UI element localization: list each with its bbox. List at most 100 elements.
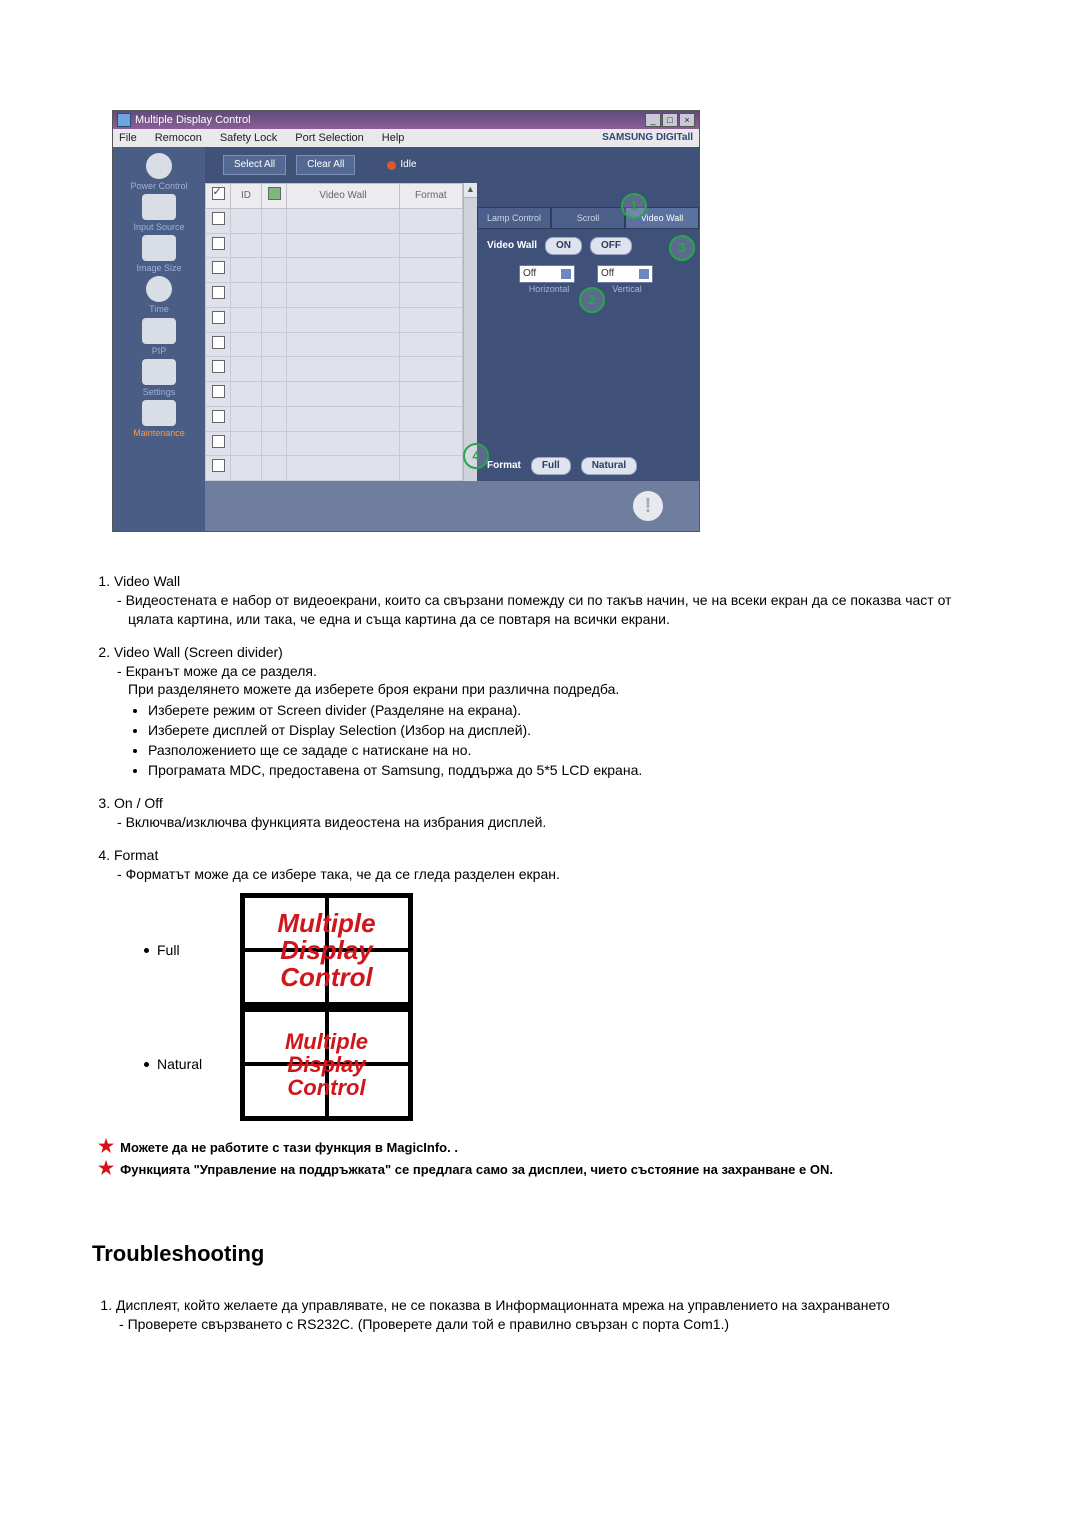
ts-item-1: Дисплеят, който желаете да управлявате, … [116,1297,890,1313]
time-icon [146,276,172,302]
close-button[interactable]: × [679,113,695,127]
menu-help[interactable]: Help [382,131,405,146]
item-3-d1: Включва/изключва функцията видеостена на… [114,813,990,832]
minimize-button[interactable]: _ [645,113,661,127]
item-2-b4: Програмата MDC, предоставена от Samsung,… [148,761,990,780]
sidebar-item-power-control[interactable]: Power Control [113,153,205,192]
grid[interactable]: ID Video Wall Format [205,183,463,481]
table-row[interactable] [206,406,463,431]
item-3-title: On / Off [114,795,163,811]
tab-lamp-control[interactable]: Lamp Control [477,207,551,229]
pip-icon [142,318,176,344]
item-2-d2: При разделянето можете да изберете броя … [114,680,990,699]
vertical-sublabel: Vertical [597,283,657,295]
tab-scroll[interactable]: Scroll [551,207,625,229]
table-row[interactable] [206,208,463,233]
item-2-d1: Екранът може да се разделя. [114,662,990,681]
format-examples: Full MultipleDisplayControl Natural Mult… [144,893,990,1121]
menu-bar: File Remocon Safety Lock Port Selection … [113,129,699,147]
item-2-title: Video Wall (Screen divider) [114,644,283,660]
menu-file[interactable]: File [119,131,137,146]
window-title: Multiple Display Control [135,113,251,128]
sidebar-item-settings[interactable]: Settings [113,359,205,398]
table-row[interactable] [206,382,463,407]
sidebar-item-input-source[interactable]: Input Source [113,194,205,233]
format-full-label: Full [157,941,180,960]
item-2-b1: Изберете режим от Screen divider (Раздел… [148,701,990,720]
video-wall-label: Video Wall [487,239,537,253]
app-screenshot: Multiple Display Control _ □ × File Remo… [112,110,700,532]
callout-4: 4 [463,443,489,469]
table-row[interactable] [206,307,463,332]
table-scrollbar[interactable]: ▲ [463,183,477,481]
bullet-icon [144,1062,149,1067]
sidebar-item-pip[interactable]: PIP [113,318,205,357]
app-icon [117,113,131,127]
table-row[interactable] [206,431,463,456]
table-row[interactable] [206,233,463,258]
horizontal-sublabel: Horizontal [519,283,579,295]
format-full-thumb: MultipleDisplayControl [240,893,413,1007]
menu-port-selection[interactable]: Port Selection [295,131,363,146]
options-panel: 1 3 Lamp Control Scroll Video Wall Video… [477,183,699,481]
callout-1: 1 [621,193,647,219]
format-natural-thumb: MultipleDisplayControl [240,1007,413,1121]
image-size-icon [142,235,176,261]
item-4-d1: Форматът може да се избере така, че да с… [114,865,990,884]
format-natural-button[interactable]: Natural [581,457,637,475]
col-format[interactable]: Format [400,184,463,209]
video-wall-on-button[interactable]: ON [545,237,582,255]
window-buttons[interactable]: _ □ × [645,113,695,127]
select-all-button[interactable]: Select All [223,155,286,175]
sidebar-item-maintenance[interactable]: Maintenance [113,400,205,439]
sidebar: Power Control Input Source Image Size Ti… [113,147,205,531]
bullet-icon [144,948,149,953]
format-natural-label: Natural [157,1055,202,1074]
status-bar: ! [205,481,699,531]
callout-2: 2 [579,287,605,313]
item-1-title: Video Wall [114,573,180,589]
menu-remocon[interactable]: Remocon [155,131,202,146]
idle-dot-icon [387,161,396,170]
note-2: ★Функцията "Управление на поддръжката" с… [98,1161,990,1179]
table-row[interactable] [206,258,463,283]
sidebar-item-image-size[interactable]: Image Size [113,235,205,274]
table-row[interactable] [206,283,463,308]
scroll-up-icon[interactable]: ▲ [464,183,477,198]
warning-icon: ! [633,491,663,521]
col-id[interactable]: ID [231,184,262,209]
toolbar: Select All Clear All Idle [205,147,699,183]
settings-icon [142,359,176,385]
note-1: ★Можете да не работите с тази функция в … [98,1139,990,1157]
sidebar-item-time[interactable]: Time [113,276,205,315]
brand-label: SAMSUNG DIGITall [602,131,693,145]
col-checkbox[interactable] [206,184,231,209]
idle-indicator: Idle [387,158,416,172]
item-4-title: Format [114,847,158,863]
vertical-select[interactable]: Off [597,265,653,283]
troubleshooting-list: Дисплеят, който желаете да управлявате, … [92,1296,990,1334]
feature-list: Video Wall Видеостената е набор от видео… [92,572,990,1121]
video-wall-off-button[interactable]: OFF [590,237,632,255]
maintenance-icon [142,400,176,426]
horizontal-select[interactable]: Off [519,265,575,283]
menu-safety-lock[interactable]: Safety Lock [220,131,277,146]
item-1-desc: Видеостената е набор от видеоекрани, кои… [114,591,990,629]
table-row[interactable] [206,357,463,382]
chevron-down-icon [639,269,649,279]
item-2-b3: Разположението ще се зададе с натискане … [148,741,990,760]
col-video-wall[interactable]: Video Wall [287,184,400,209]
power-icon [146,153,172,179]
table-row[interactable] [206,456,463,481]
titlebar: Multiple Display Control _ □ × [113,111,699,129]
format-label: Format [487,459,521,473]
chevron-down-icon [561,269,571,279]
star-icon: ★ [98,1161,114,1179]
table-row[interactable] [206,332,463,357]
clear-all-button[interactable]: Clear All [296,155,355,175]
input-source-icon [142,194,176,220]
ts-item-1-d1: Проверете свързването с RS232C. (Провере… [116,1315,990,1334]
col-status[interactable] [262,184,287,209]
format-full-button[interactable]: Full [531,457,571,475]
maximize-button[interactable]: □ [662,113,678,127]
